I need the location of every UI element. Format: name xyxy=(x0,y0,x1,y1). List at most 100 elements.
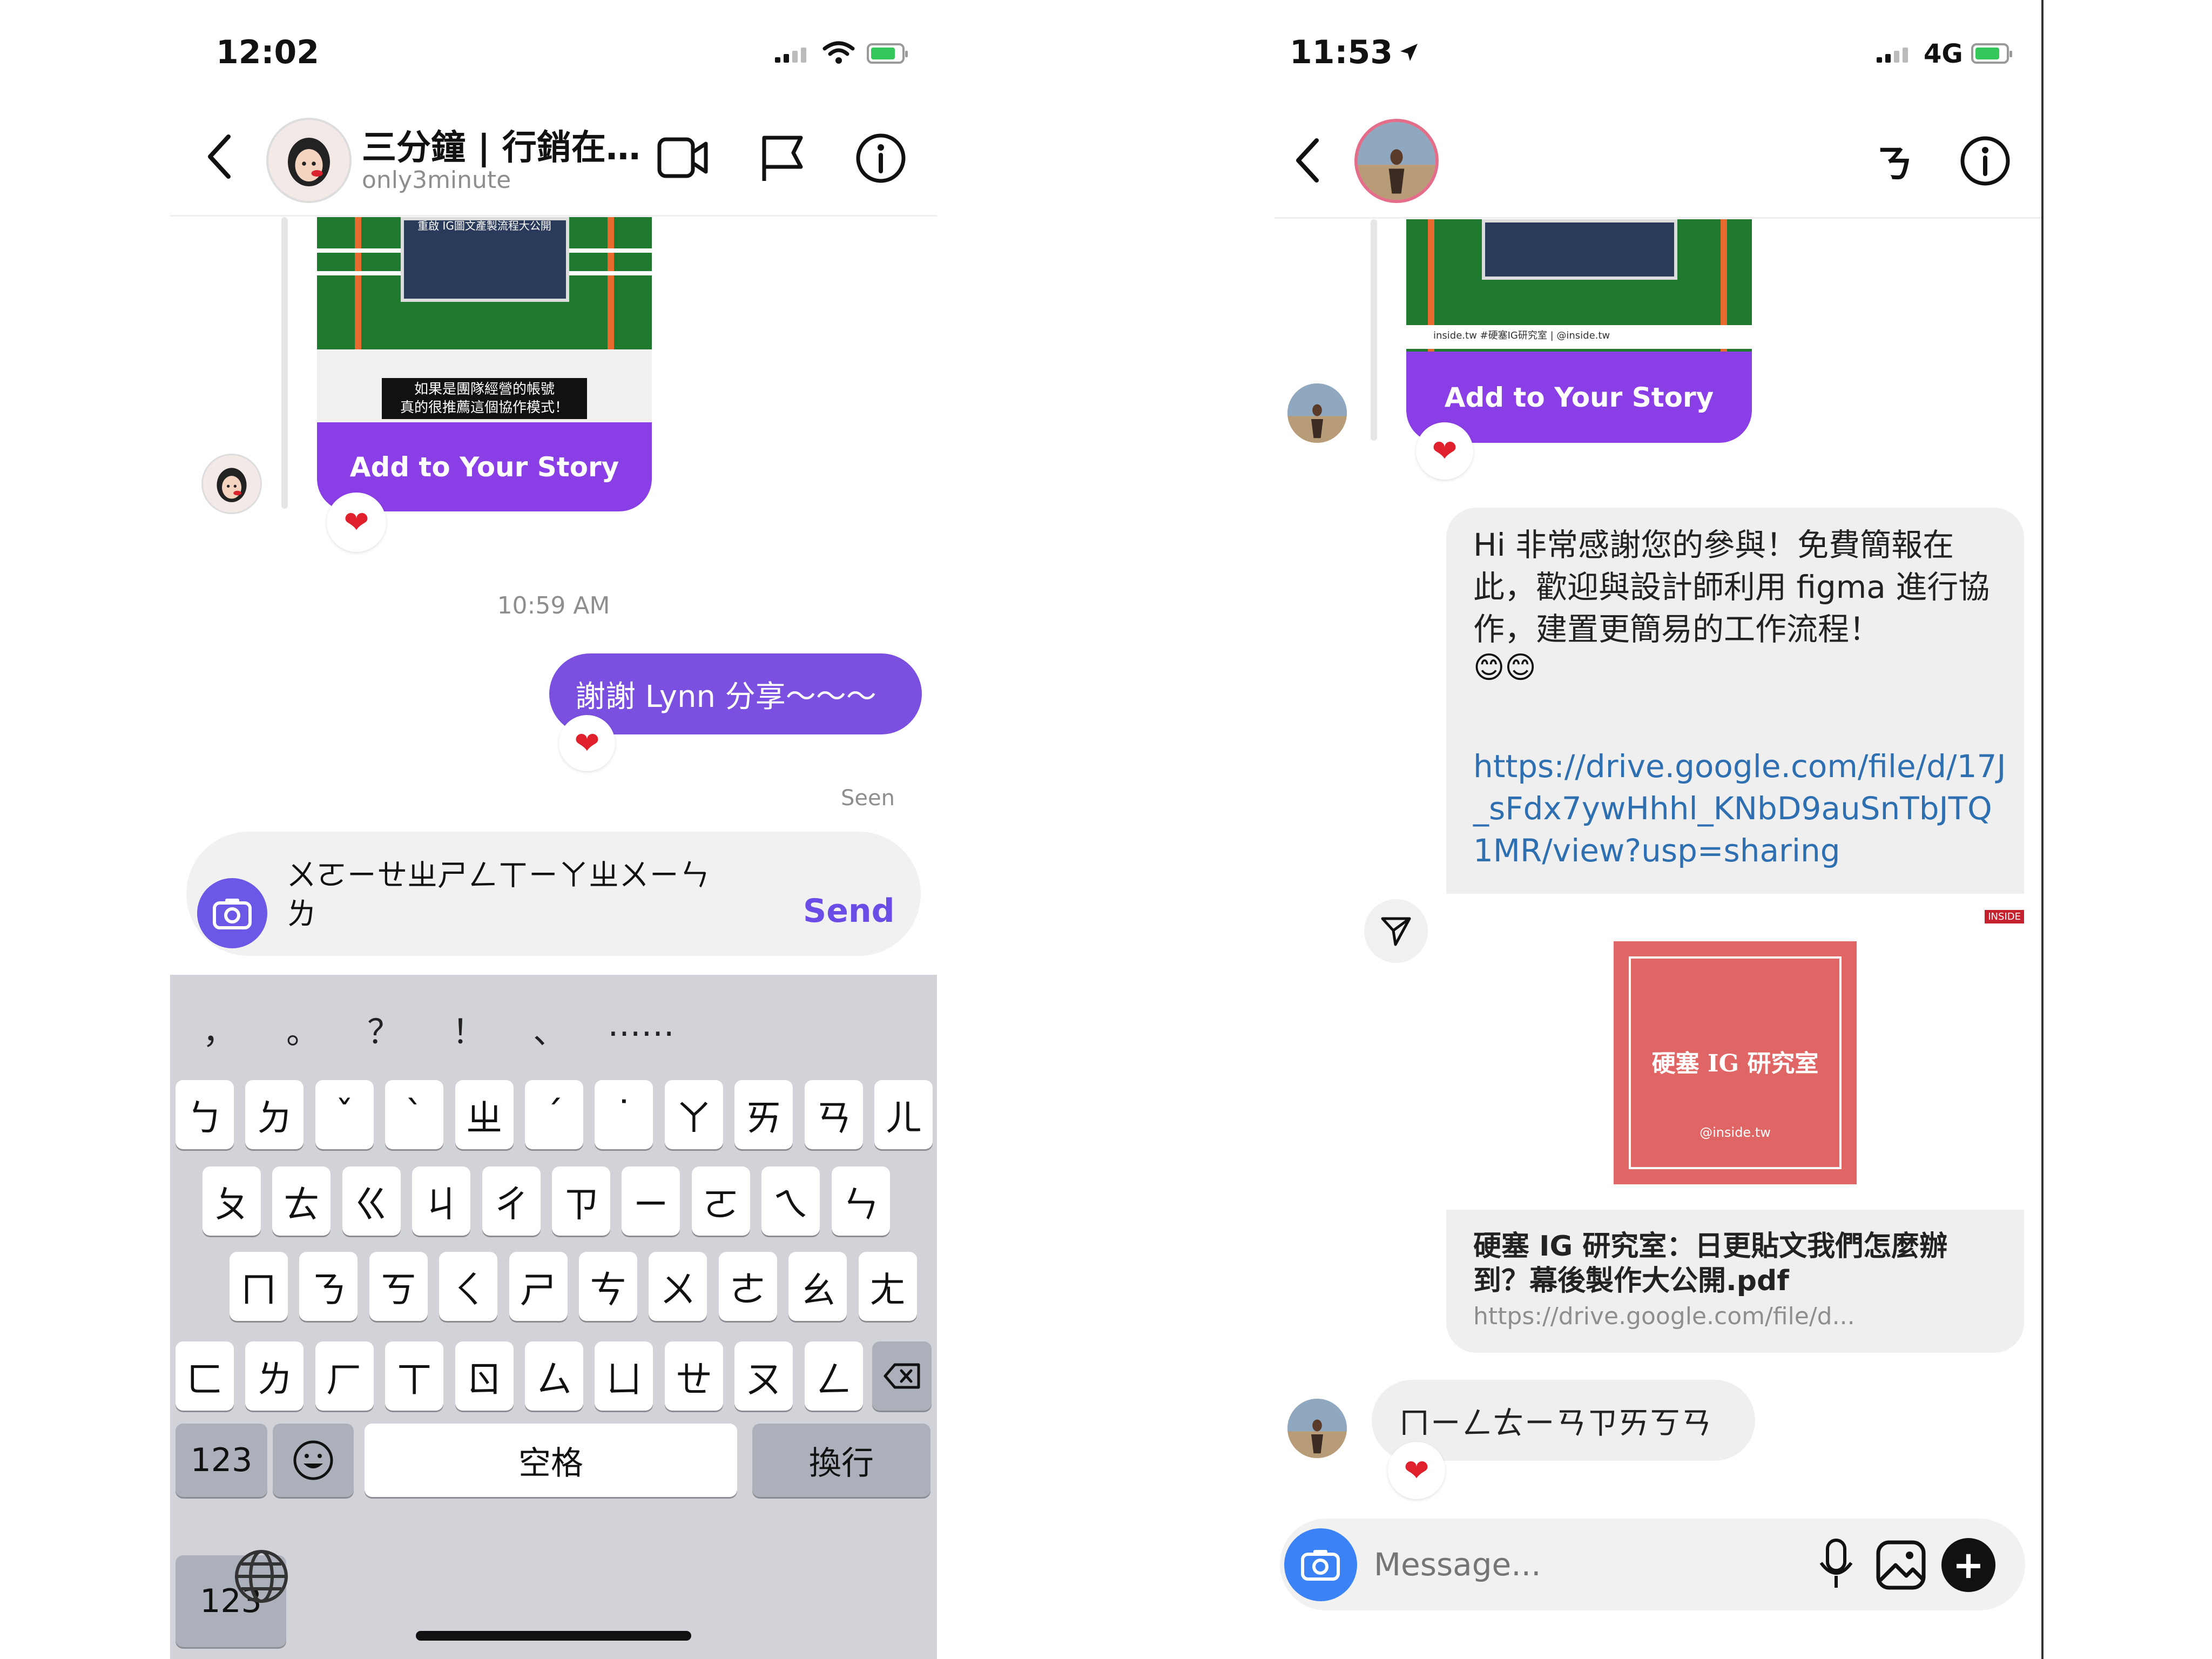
heart-reaction-icon[interactable]: ❤ xyxy=(1388,1442,1445,1499)
microphone-icon[interactable] xyxy=(1815,1537,1858,1591)
sent-message-text: 謝謝 Lynn 分享～～～ xyxy=(575,679,876,714)
info-icon[interactable] xyxy=(1959,135,2011,187)
contact-avatar[interactable] xyxy=(266,118,352,203)
camera-icon xyxy=(1301,1550,1340,1581)
heart-reaction-icon[interactable]: ❤ xyxy=(1416,422,1473,480)
key-space[interactable]: 空格 xyxy=(365,1424,737,1497)
forward-button[interactable] xyxy=(1364,899,1428,963)
punct-key[interactable]: …… xyxy=(608,1004,675,1044)
keyboard-key[interactable]: ˇ xyxy=(315,1080,374,1149)
camera-icon xyxy=(213,899,252,929)
paper-plane-icon xyxy=(1381,917,1411,946)
gallery-icon[interactable] xyxy=(1874,1538,1928,1592)
keyboard-key[interactable]: ˊ xyxy=(525,1080,583,1149)
punct-key[interactable]: ， xyxy=(203,1004,236,1053)
back-chevron-icon[interactable] xyxy=(1291,136,1323,185)
back-chevron-icon[interactable] xyxy=(203,132,235,181)
punct-key[interactable]: ！ xyxy=(452,1004,485,1053)
contact-avatar[interactable] xyxy=(1354,119,1439,203)
heart-reaction-icon[interactable]: ❤ xyxy=(559,715,615,771)
heart-reaction-icon[interactable]: ❤ xyxy=(327,493,386,552)
video-call-icon[interactable] xyxy=(656,135,710,180)
keyboard-key[interactable]: ㄉ xyxy=(245,1080,304,1149)
key-numbers-mode[interactable]: 123 xyxy=(176,1424,267,1497)
shared-link[interactable]: https://drive.google.com/file/d/17J_sFdx… xyxy=(1473,745,2008,872)
flag-icon[interactable] xyxy=(759,132,807,184)
keyboard-key[interactable]: ㄘ xyxy=(579,1252,637,1321)
keyboard-key[interactable]: ㄤ xyxy=(858,1252,917,1321)
story-watermark: inside.tw #硬塞IG研究室 | @inside.tw xyxy=(1406,325,1752,349)
keyboard-key[interactable]: ㄏ xyxy=(315,1341,374,1411)
story-image: inside.tw #硬塞IG研究室 | @inside.tw xyxy=(1406,219,1752,352)
left-phone-screen: 12:02 三分鐘 | 行銷在… only3minute 重啟 IG圖文產製流程… xyxy=(170,0,937,1659)
composer-input[interactable]: ㄨㄛㄧㄝㄓㄕㄥㄒㄧㄚㄓㄨㄧㄣ ㄌ xyxy=(286,857,710,934)
keyboard-key[interactable]: ㄗ xyxy=(552,1166,610,1236)
keyboard-key[interactable]: ㄧ xyxy=(622,1166,680,1236)
keyboard-key[interactable]: ㄎ xyxy=(369,1252,428,1321)
backspace-icon xyxy=(884,1363,920,1389)
key-emoji[interactable] xyxy=(273,1424,354,1497)
keyboard-key[interactable]: ㄦ xyxy=(874,1080,933,1149)
key-return[interactable]: 換行 xyxy=(752,1424,930,1497)
keyboard-key[interactable]: ㄡ xyxy=(734,1341,793,1411)
memoji-avatar-icon xyxy=(217,468,247,502)
keyboard-key[interactable]: ㄇ xyxy=(230,1252,288,1321)
story-caption-line-1: 如果是團隊經營的帳號 xyxy=(414,381,555,397)
keyboard-key[interactable]: ㄠ xyxy=(788,1252,847,1321)
keyboard-key[interactable]: ㄚ xyxy=(664,1080,723,1149)
keyboard-key[interactable]: ㄔ xyxy=(482,1166,541,1236)
keyboard-key[interactable]: ㄝ xyxy=(664,1341,723,1411)
punct-key[interactable]: ？ xyxy=(367,1004,401,1053)
keyboard-key[interactable]: ㄜ xyxy=(718,1252,777,1321)
info-icon[interactable] xyxy=(855,132,907,184)
inside-logo: INSIDE xyxy=(1985,910,2024,923)
sender-avatar[interactable] xyxy=(1287,1399,1347,1458)
keyboard-key[interactable]: ㄈ xyxy=(176,1341,234,1411)
keyboard-key[interactable]: ㄙ xyxy=(525,1341,583,1411)
keyboard-key[interactable]: ㄕ xyxy=(509,1252,568,1321)
sender-avatar[interactable] xyxy=(1287,383,1347,443)
story-banner-text: 重啟 IG圖文產製流程大公開 xyxy=(417,219,551,232)
keyboard-key[interactable]: ㄒ xyxy=(385,1341,444,1411)
keyboard-key[interactable]: ㄨ xyxy=(649,1252,707,1321)
keyboard-key[interactable]: ㄥ xyxy=(804,1341,863,1411)
story-caption-line-2: 真的很推薦這個協作模式！ xyxy=(400,400,569,416)
add-plus-icon[interactable]: + xyxy=(1941,1538,1995,1592)
keyboard-key[interactable]: ㄐ xyxy=(412,1166,471,1236)
keyboard-key[interactable]: ㄊ xyxy=(272,1166,331,1236)
punct-key[interactable]: 、 xyxy=(533,1004,567,1053)
keyboard-key[interactable]: ㄖ xyxy=(455,1341,514,1411)
person-photo-icon xyxy=(1287,383,1347,443)
sender-avatar[interactable] xyxy=(201,454,262,514)
keyboard-key[interactable]: ㄑ xyxy=(439,1252,498,1321)
keyboard-key[interactable]: ˋ xyxy=(385,1080,444,1149)
shared-story-card[interactable]: inside.tw #硬塞IG研究室 | @inside.tw Add to Y… xyxy=(1406,219,1752,443)
camera-button[interactable] xyxy=(1284,1528,1357,1601)
keyboard-key[interactable]: ㄓ xyxy=(455,1080,514,1149)
keyboard-key[interactable]: ㄞ xyxy=(734,1080,793,1149)
person-photo-icon xyxy=(1358,122,1435,200)
shared-story-card[interactable]: 重啟 IG圖文產製流程大公開 如果是團隊經營的帳號 真的很推薦這個協作模式！ A… xyxy=(317,217,652,511)
send-button[interactable]: Send xyxy=(803,892,895,930)
keyboard-key[interactable]: ㄍ xyxy=(342,1166,401,1236)
keyboard-key[interactable]: ㄣ xyxy=(831,1166,890,1236)
keyboard-key[interactable]: ˙ xyxy=(595,1080,653,1149)
globe-icon[interactable] xyxy=(233,1548,290,1605)
key-backspace[interactable] xyxy=(872,1341,932,1411)
keyboard-key[interactable]: ㄢ xyxy=(804,1080,863,1149)
keyboard-key[interactable]: ㄛ xyxy=(691,1166,750,1236)
keyboard-key[interactable]: ㄅ xyxy=(176,1080,234,1149)
wifi-icon xyxy=(822,41,855,64)
message-input[interactable] xyxy=(1373,1538,1753,1591)
keyboard-key[interactable]: ㄆ xyxy=(203,1166,261,1236)
received-message-text: Hi 非常感謝您的參與！免費簡報在此，歡迎與設計師利用 figma 進行協作，建… xyxy=(1473,527,1990,648)
keyboard-key[interactable]: ㄟ xyxy=(761,1166,820,1236)
keyboard-key[interactable]: ㄩ xyxy=(595,1341,653,1411)
camera-button[interactable] xyxy=(197,878,267,948)
received-message-bubble[interactable]: Hi 非常感謝您的參與！免費簡報在此，歡迎與設計師利用 figma 進行協作，建… xyxy=(1446,508,2024,894)
punct-key[interactable]: 。 xyxy=(286,1004,320,1053)
keyboard-key[interactable]: ㄋ xyxy=(299,1252,358,1321)
keyboard-key[interactable]: ㄌ xyxy=(245,1341,304,1411)
link-preview-card[interactable]: INSIDE 硬塞 IG 研究室 @inside.tw 硬塞 IG 研究室：日更… xyxy=(1446,894,2024,1353)
header-glyph[interactable]: ㄋ xyxy=(1875,134,1913,188)
